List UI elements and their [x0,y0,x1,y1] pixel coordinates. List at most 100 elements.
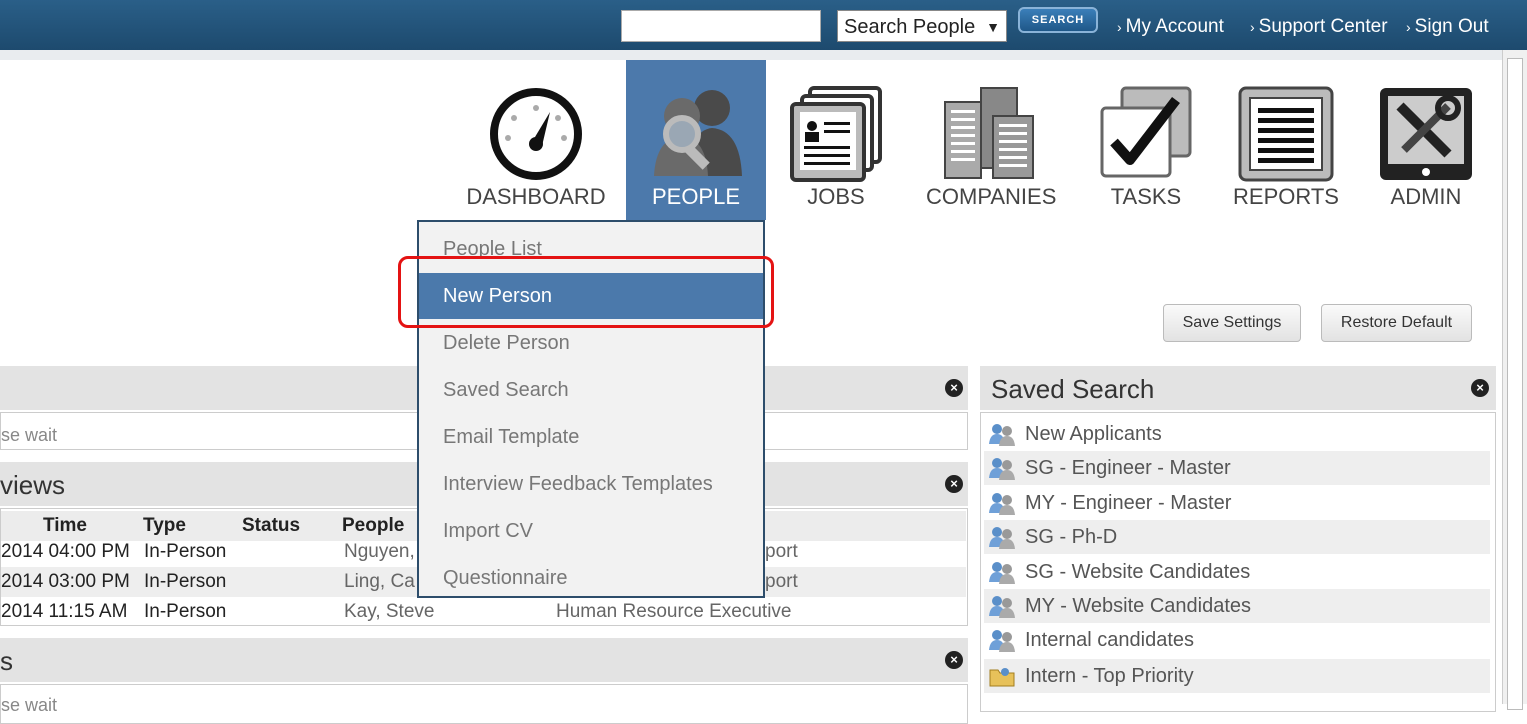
column-header[interactable]: Status [242,515,300,537]
menu-item-interview-feedback-templates[interactable]: Interview Feedback Templates [419,461,763,507]
nav-jobs[interactable]: JOBS [776,60,896,220]
nav-label: DASHBOARD [466,184,606,209]
saved-search-label: SG - Ph-D [1025,526,1118,548]
column-header[interactable]: Time [43,515,87,537]
saved-search-item[interactable]: New Applicants [984,417,1490,451]
top-bar: Search People ▼ SEARCH › My Account › Supp… [0,0,1527,50]
people-group-icon [989,527,1015,549]
chevron-right-icon: › [1250,19,1255,35]
my-account-label: My Account [1125,16,1224,37]
saved-search-header: Saved Search × [980,366,1496,410]
companies-buildings-icon [944,87,1034,179]
search-button[interactable]: SEARCH [1018,7,1098,33]
interviews-title: views [0,470,66,500]
search-type-select[interactable]: Search People ▼ [837,10,1007,42]
nav-dashboard[interactable]: DASHBOARD [466,60,606,220]
chevron-right-icon: › [1406,19,1411,35]
save-settings-button[interactable]: Save Settings [1163,304,1301,342]
column-header[interactable]: People [342,515,404,537]
jobs-cards-icon [790,86,882,182]
scrollbar-thumb[interactable] [1507,58,1523,710]
search-type-value: Search People [844,16,976,38]
saved-search-item[interactable]: MY - Website Candidates [984,589,1490,623]
nav-tasks[interactable]: TASKS [1086,60,1206,220]
nav-label: TASKS [1110,184,1182,209]
saved-search-label: Intern - Top Priority [1025,665,1194,687]
chevron-right-icon: › [1117,19,1122,35]
folder-people-icon [989,668,1015,687]
saved-search-label: MY - Website Candidates [1025,595,1252,617]
table-row[interactable]: 2014 11:15 AM In-Person Kay, Steve Human… [1,597,966,627]
loading-text: se wait [1,695,58,715]
job-cell[interactable]: port [765,541,798,563]
people-cell[interactable]: Nguyen, [344,541,415,563]
column-header[interactable]: Type [143,515,186,537]
people-search-icon [654,90,742,176]
nav-reports[interactable]: REPORTS [1226,60,1346,220]
saved-search-label: SG - Engineer - Master [1025,457,1231,479]
saved-search-item[interactable]: SG - Ph-D [984,520,1490,554]
loading-text: se wait [1,425,58,445]
type-cell: In-Person [144,601,227,622]
panel-title: s [0,646,13,676]
job-cell[interactable]: port [765,571,798,593]
saved-search-item[interactable]: SG - Engineer - Master [984,451,1490,485]
search-input[interactable] [621,10,821,42]
people-group-icon [989,493,1015,515]
reports-document-icon [1238,86,1334,182]
nav-label: COMPANIES [926,184,1057,209]
support-center-label: Support Center [1258,16,1388,37]
restore-default-button[interactable]: Restore Default [1321,304,1472,342]
saved-search-item[interactable]: SG - Website Candidates [984,555,1490,589]
people-group-icon [989,424,1015,446]
admin-tools-icon [1380,88,1472,180]
saved-search-item[interactable]: Intern - Top Priority [984,659,1490,693]
nav-admin[interactable]: ADMIN [1366,60,1486,220]
tasks-checkbox-icon [1100,86,1192,178]
menu-item-questionnaire[interactable]: Questionnaire [419,555,763,601]
menu-item-saved-search[interactable]: Saved Search [419,367,763,413]
time-cell: 2014 04:00 PM [1,541,130,562]
saved-search-item[interactable]: MY - Engineer - Master [984,486,1490,520]
panel-body: se wait [0,684,968,724]
people-cell[interactable]: Ling, Ca [344,571,415,593]
time-cell: 2014 03:00 PM [1,571,130,592]
people-group-icon [989,562,1015,584]
panel-header: s × [0,638,968,682]
type-cell: In-Person [144,571,227,592]
people-group-icon [989,458,1015,480]
type-cell: In-Person [144,541,227,562]
time-cell: 2014 11:15 AM [1,601,128,622]
close-icon[interactable]: × [945,379,963,397]
highlight-annotation [398,256,774,328]
page-scrollbar[interactable] [1502,50,1527,710]
nav-people[interactable]: PEOPLE [626,60,766,220]
menu-item-import-cv[interactable]: Import CV [419,508,763,554]
sign-out-link[interactable]: › Sign Out [1406,16,1489,38]
nav-label: PEOPLE [651,184,741,209]
my-account-link[interactable]: › My Account [1117,16,1224,38]
people-group-icon [989,596,1015,618]
close-icon[interactable]: × [945,651,963,669]
saved-search-label: MY - Engineer - Master [1025,492,1232,514]
people-group-icon [989,630,1015,652]
saved-search-label: New Applicants [1025,423,1162,445]
sign-out-label: Sign Out [1414,16,1489,37]
nav-label: REPORTS [1233,184,1339,209]
dashboard-gauge-icon [490,88,582,180]
nav-companies[interactable]: COMPANIES [926,60,1056,220]
support-center-link[interactable]: › Support Center [1250,16,1388,38]
saved-search-label: Internal candidates [1025,629,1195,651]
close-icon[interactable]: × [945,475,963,493]
chevron-down-icon: ▼ [986,19,1000,35]
saved-search-label: SG - Website Candidates [1025,561,1251,583]
menu-item-email-template[interactable]: Email Template [419,414,763,460]
saved-search-title: Saved Search [991,374,1155,404]
nav-label: ADMIN [1390,184,1462,209]
nav-label: JOBS [807,184,865,209]
close-icon[interactable]: × [1471,379,1489,397]
header-divider [0,50,1527,60]
people-cell[interactable]: Kay, Steve [344,601,434,623]
saved-search-item[interactable]: Internal candidates [984,623,1490,657]
job-cell[interactable]: Human Resource Executive [556,601,792,623]
